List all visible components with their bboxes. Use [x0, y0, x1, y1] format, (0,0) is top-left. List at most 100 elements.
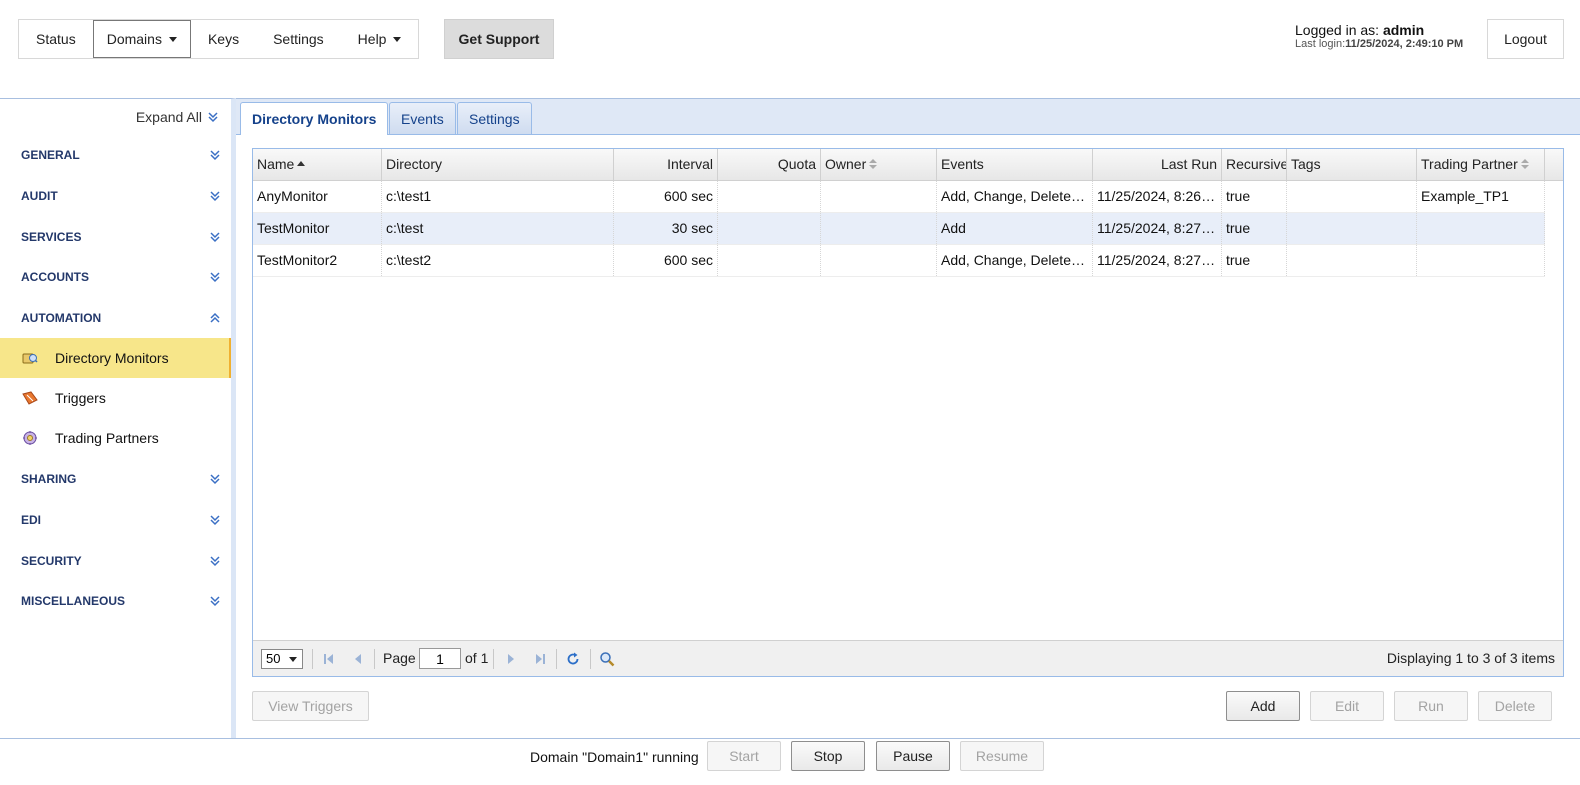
stop-button[interactable]: Stop	[791, 741, 865, 771]
section-miscellaneous[interactable]: MISCELLANEOUS	[0, 580, 231, 621]
table-row[interactable]: AnyMonitor c:\test1 600 sec Add, Change,…	[253, 181, 1545, 213]
column-header-owner[interactable]: Owner	[821, 149, 937, 180]
column-header-tags[interactable]: Tags	[1287, 149, 1417, 180]
pause-button[interactable]: Pause	[876, 741, 950, 771]
cell-tags	[1287, 245, 1417, 276]
column-header-events[interactable]: Events	[937, 149, 1093, 180]
sidebar-item-label: Directory Monitors	[55, 350, 169, 366]
column-header-interval[interactable]: Interval	[614, 149, 718, 180]
cell-recursive: true	[1222, 245, 1287, 276]
expand-all-button[interactable]: Expand All	[136, 109, 219, 125]
section-audit-label: AUDIT	[21, 188, 58, 203]
nav-settings[interactable]: Settings	[256, 20, 341, 58]
nav-keys[interactable]: Keys	[191, 20, 256, 58]
page-size-select[interactable]: 50	[261, 649, 303, 669]
last-page-icon[interactable]	[532, 651, 548, 667]
column-header-label: Last Run	[1160, 156, 1217, 172]
separator	[493, 649, 494, 669]
page-size-value: 50	[266, 651, 281, 666]
cell-directory: c:\test2	[382, 245, 614, 276]
table-row[interactable]: TestMonitor2 c:\test2 600 sec Add, Chang…	[253, 245, 1545, 277]
cell-quota	[718, 213, 821, 244]
delete-button[interactable]: Delete	[1478, 691, 1552, 721]
sidebar-item-label: Triggers	[55, 390, 106, 406]
tab-directory-monitors[interactable]: Directory Monitors	[240, 102, 389, 135]
cell-recursive: true	[1222, 181, 1287, 212]
section-sharing[interactable]: SHARING	[0, 458, 231, 499]
sidebar-item-directory-monitors[interactable]: Directory Monitors	[0, 338, 231, 378]
cell-last-run: 11/25/2024, 8:27:05 AM	[1093, 213, 1222, 244]
column-header-recursive[interactable]: Recursive	[1222, 149, 1287, 180]
trigger-icon	[22, 391, 38, 405]
cell-interval: 30 sec	[614, 213, 718, 244]
directory-monitor-icon	[22, 353, 38, 364]
first-page-icon[interactable]	[321, 651, 337, 667]
caret-down-icon	[289, 657, 297, 662]
get-support-button[interactable]: Get Support	[444, 19, 554, 59]
double-chevron-down-icon	[210, 514, 220, 525]
cell-quota	[718, 181, 821, 212]
cell-events: Add, Change, Delete, Rename	[937, 245, 1093, 276]
run-button[interactable]: Run	[1394, 691, 1468, 721]
section-services[interactable]: SERVICES	[0, 216, 231, 257]
start-button[interactable]: Start	[707, 741, 781, 771]
double-chevron-up-icon	[210, 312, 220, 323]
domain-status-text: Domain "Domain1" running	[530, 749, 699, 765]
search-icon[interactable]	[599, 651, 615, 667]
section-audit[interactable]: AUDIT	[0, 175, 231, 216]
pagination-toolbar: 50 Page of 1 Displaying 1 to 3 of 3 item…	[253, 640, 1563, 676]
section-services-label: SERVICES	[21, 229, 82, 244]
sort-ascending-icon	[297, 160, 306, 166]
main-panel: Directory Monitors Events Settings Name …	[236, 98, 1580, 738]
next-page-icon[interactable]	[503, 651, 519, 667]
nav-domains[interactable]: Domains	[92, 20, 191, 58]
edit-button[interactable]: Edit	[1310, 691, 1384, 721]
column-header-label: Recursive	[1226, 156, 1287, 172]
refresh-icon[interactable]	[565, 651, 581, 667]
nav-status[interactable]: Status	[19, 20, 93, 58]
tab-events[interactable]: Events	[389, 102, 456, 134]
cell-trading-partner: Example_TP1	[1417, 181, 1545, 212]
tab-settings[interactable]: Settings	[457, 102, 532, 134]
section-sharing-label: SHARING	[21, 471, 77, 486]
cell-tags	[1287, 213, 1417, 244]
section-security-label: SECURITY	[21, 553, 82, 568]
logout-button[interactable]: Logout	[1487, 19, 1564, 59]
double-chevron-down-icon	[210, 190, 220, 201]
column-header-name[interactable]: Name	[253, 149, 382, 180]
section-edi[interactable]: EDI	[0, 499, 231, 540]
cell-name: TestMonitor2	[253, 245, 382, 276]
cell-events: Add	[937, 213, 1093, 244]
logged-in-as: Logged in as: admin	[1295, 23, 1463, 37]
sidebar-item-trading-partners[interactable]: Trading Partners	[0, 418, 231, 458]
sidebar-item-triggers[interactable]: Triggers	[0, 378, 231, 418]
column-header-quota[interactable]: Quota	[718, 149, 821, 180]
column-header-trading-partner[interactable]: Trading Partner	[1417, 149, 1545, 180]
sidebar: Expand All GENERAL AUDIT SERVICES ACCOUN…	[0, 98, 236, 738]
section-accounts[interactable]: ACCOUNTS	[0, 256, 231, 297]
last-login: Last login:11/25/2024, 2:49:10 PM	[1295, 39, 1463, 50]
column-header-directory[interactable]: Directory	[382, 149, 614, 180]
cell-owner	[821, 245, 937, 276]
section-automation[interactable]: AUTOMATION	[0, 297, 231, 338]
resume-button[interactable]: Resume	[960, 741, 1044, 771]
page-number-input[interactable]	[419, 648, 461, 669]
view-triggers-button[interactable]: View Triggers	[252, 691, 369, 721]
expand-all-label: Expand All	[135, 109, 202, 125]
grid-header: Name Directory Interval Quota Owner Even…	[253, 149, 1563, 181]
section-automation-label: AUTOMATION	[21, 310, 102, 325]
section-general[interactable]: GENERAL	[0, 134, 231, 175]
previous-page-icon[interactable]	[350, 651, 366, 667]
section-security[interactable]: SECURITY	[0, 540, 231, 581]
add-button[interactable]: Add	[1226, 691, 1300, 721]
nav-help[interactable]: Help	[341, 20, 419, 58]
column-header-last-run[interactable]: Last Run	[1093, 149, 1222, 180]
column-header-label: Interval	[667, 156, 713, 172]
sortable-icon	[1520, 158, 1529, 170]
last-login-value: 11/25/2024, 2:49:10 PM	[1345, 38, 1464, 50]
status-bar: Domain "Domain1" running Start Stop Paus…	[0, 738, 1580, 785]
section-accounts-label: ACCOUNTS	[21, 269, 89, 284]
table-row[interactable]: TestMonitor c:\test 30 sec Add 11/25/202…	[253, 213, 1545, 245]
cell-name: AnyMonitor	[253, 181, 382, 212]
separator	[312, 649, 313, 669]
